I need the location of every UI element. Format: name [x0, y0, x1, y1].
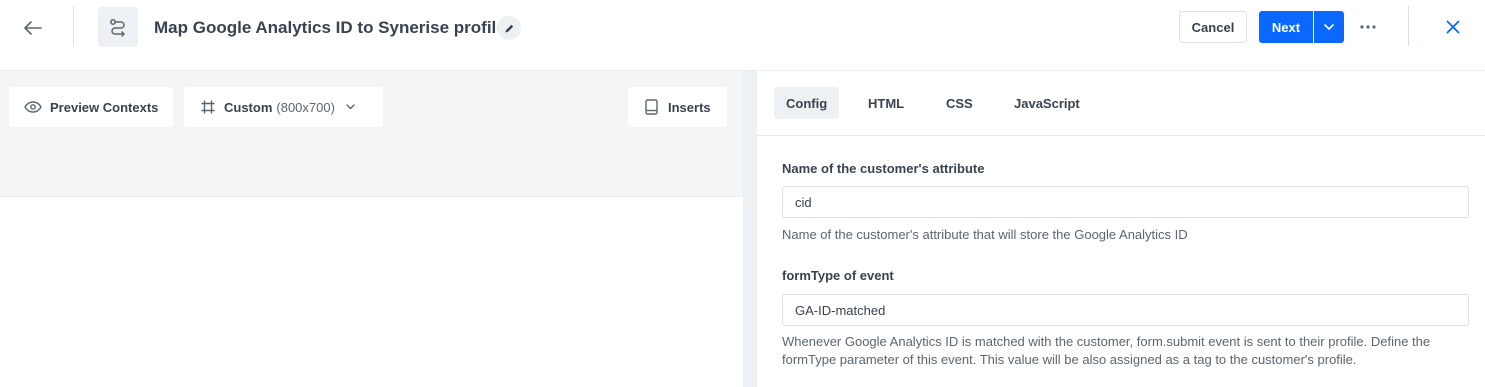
close-button[interactable]: [1438, 11, 1468, 43]
header-divider: [73, 6, 74, 46]
preview-contexts-label: Preview Contexts: [50, 99, 159, 115]
cancel-button[interactable]: Cancel: [1179, 11, 1247, 43]
tab-config[interactable]: Config: [774, 87, 840, 119]
crop-icon: [201, 100, 215, 114]
attribute-field-hint: Name of the customer's attribute that wi…: [782, 227, 1188, 242]
back-button[interactable]: [16, 12, 50, 44]
tab-css[interactable]: CSS: [934, 87, 985, 119]
tab-javascript[interactable]: JavaScript: [1002, 87, 1092, 119]
panel-divider[interactable]: [743, 71, 757, 387]
chevron-down-icon: [1324, 24, 1334, 30]
route-icon: [98, 7, 138, 47]
config-panel: Config HTML CSS JavaScript Name of the c…: [757, 71, 1485, 387]
device-size: (800x700): [276, 99, 335, 115]
header: Map Google Analytics ID to Synerise prof…: [0, 0, 1485, 71]
more-options-button[interactable]: [1354, 11, 1382, 43]
more-horizontal-icon: [1360, 25, 1376, 29]
arrow-left-icon: [24, 21, 42, 35]
inserts-button[interactable]: Inserts: [628, 87, 727, 127]
attribute-name-input[interactable]: [782, 186, 1469, 218]
preview-canvas: [0, 196, 743, 387]
editor-tabs: Config HTML CSS JavaScript: [757, 71, 1485, 136]
tab-html[interactable]: HTML: [856, 87, 916, 119]
formtype-field-label: formType of event: [782, 268, 894, 283]
device-label: Custom: [224, 99, 273, 115]
formtype-input[interactable]: [782, 294, 1469, 326]
edit-title-button[interactable]: [497, 16, 521, 40]
preview-panel: Preview Contexts Custom (800x700) Insert…: [0, 71, 743, 387]
page-title: Map Google Analytics ID to Synerise prof…: [154, 18, 506, 37]
formtype-field-hint: Whenever Google Analytics ID is matched …: [782, 334, 1431, 367]
inserts-label: Inserts: [668, 99, 711, 115]
header-divider: [1408, 6, 1409, 46]
device-size-dropdown[interactable]: Custom (800x700): [184, 87, 383, 127]
pencil-icon: [505, 24, 513, 32]
next-button[interactable]: Next: [1259, 11, 1313, 43]
next-dropdown-button[interactable]: [1314, 11, 1344, 43]
close-icon: [1446, 20, 1460, 34]
chevron-down-icon: [346, 104, 355, 110]
eye-icon: [24, 101, 42, 113]
preview-contexts-button[interactable]: Preview Contexts: [9, 87, 173, 127]
book-icon: [645, 99, 658, 115]
attribute-field-label: Name of the customer's attribute: [782, 161, 985, 176]
